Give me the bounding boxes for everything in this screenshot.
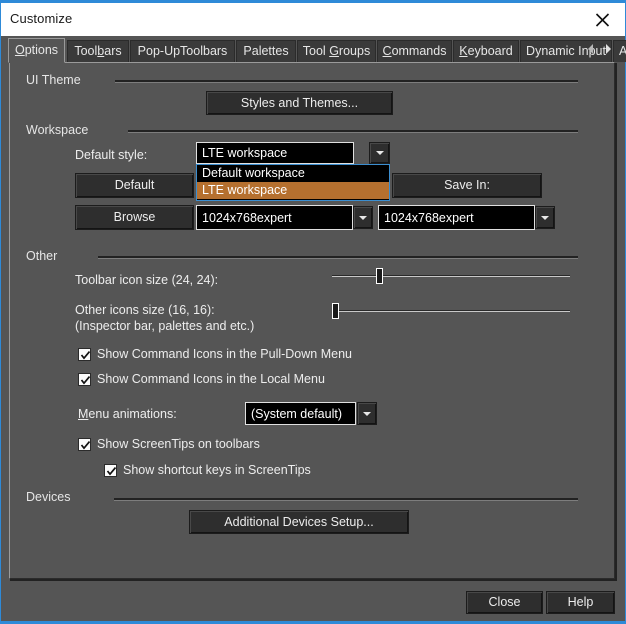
tab-tool-groups[interactable]: Tool Groups bbox=[297, 40, 376, 62]
group-line-workspace bbox=[128, 130, 578, 133]
help-button[interactable]: Help bbox=[546, 591, 615, 614]
checkbox-box[interactable] bbox=[78, 373, 91, 386]
default-style-label: Default style: bbox=[75, 148, 148, 162]
other-icons-size-slider-track bbox=[332, 310, 570, 312]
left-profile-combo[interactable]: 1024x768expert bbox=[196, 205, 353, 230]
checkbox-box[interactable] bbox=[78, 438, 91, 451]
options-panel: UI Theme Styles and Themes... Workspace … bbox=[9, 62, 615, 579]
other-icons-size-label-line2: (Inspector bar, palettes and etc.) bbox=[75, 319, 255, 333]
toolbar-icon-size-slider-thumb[interactable] bbox=[376, 268, 383, 284]
menu-animations-combo-arrow[interactable] bbox=[357, 402, 377, 425]
tab-popup-toolbars[interactable]: Pop-UpToolbars bbox=[130, 40, 235, 62]
default-style-combo-arrow[interactable] bbox=[369, 142, 390, 164]
toolbar-icon-size-slider-track bbox=[332, 275, 570, 277]
additional-devices-setup-label: Additional Devices Setup... bbox=[224, 515, 374, 529]
other-icons-size-slider[interactable] bbox=[332, 303, 570, 319]
checkbox-screentips-label: Show ScreenTips on toolbars bbox=[97, 437, 260, 451]
right-profile-combo[interactable]: 1024x768expert bbox=[378, 205, 535, 230]
check-icon bbox=[106, 467, 117, 476]
group-label-other: Other bbox=[26, 249, 58, 263]
save-in-button[interactable]: Save In: bbox=[392, 173, 542, 198]
close-dialog-button[interactable]: Close bbox=[466, 591, 543, 614]
default-style-dropdown-list[interactable]: Default workspace LTE workspace bbox=[196, 164, 390, 201]
check-icon bbox=[80, 376, 91, 385]
check-icon bbox=[80, 441, 91, 450]
tab-options[interactable]: Options bbox=[8, 38, 65, 63]
checkbox-pulldown-label: Show Command Icons in the Pull-Down Menu bbox=[97, 347, 352, 361]
checkbox-box[interactable] bbox=[78, 348, 91, 361]
styles-and-themes-label: Styles and Themes... bbox=[240, 96, 359, 110]
tab-commands[interactable]: Commands bbox=[377, 40, 452, 62]
styles-and-themes-button[interactable]: Styles and Themes... bbox=[206, 91, 393, 115]
menu-animations-label: Menu animations: bbox=[78, 407, 177, 421]
toolbar-icon-size-slider[interactable] bbox=[332, 268, 570, 284]
left-profile-value: 1024x768expert bbox=[202, 210, 292, 225]
dropdown-option-0[interactable]: Default workspace bbox=[197, 165, 389, 182]
default-button[interactable]: Default bbox=[75, 173, 194, 198]
tab-palettes[interactable]: Palettes bbox=[236, 40, 296, 62]
check-icon bbox=[80, 351, 91, 360]
tab-strip: Options Toolbars Pop-UpToolbars Palettes… bbox=[1, 36, 626, 63]
panel-shadow-bottom bbox=[10, 579, 616, 581]
additional-devices-setup-button[interactable]: Additional Devices Setup... bbox=[189, 510, 409, 534]
customize-dialog: Customize Options Toolbars Pop-UpToolbar… bbox=[0, 0, 626, 624]
default-button-label: Default bbox=[114, 178, 155, 192]
checkbox-box[interactable] bbox=[104, 464, 117, 477]
close-button-label: Close bbox=[488, 595, 521, 609]
checkbox-shortcut-keys-label: Show shortcut keys in ScreenTips bbox=[123, 463, 311, 477]
chevron-right-icon bbox=[602, 44, 614, 59]
group-label-workspace: Workspace bbox=[26, 123, 89, 137]
right-profile-combo-arrow[interactable] bbox=[535, 206, 555, 229]
help-button-label: Help bbox=[567, 595, 594, 609]
other-icons-size-slider-thumb[interactable] bbox=[332, 303, 339, 319]
tab-toolbars[interactable]: Toolbars bbox=[67, 40, 129, 62]
group-line-other bbox=[98, 256, 578, 259]
window-accent-left bbox=[0, 3, 1, 624]
tab-options-label: ptions bbox=[24, 43, 59, 57]
menu-animations-combo[interactable]: (System default) bbox=[245, 402, 356, 425]
tab-scroll-right-button[interactable] bbox=[602, 42, 617, 60]
checkbox-local-label: Show Command Icons in the Local Menu bbox=[97, 372, 325, 386]
browse-button-label: Browse bbox=[113, 210, 156, 224]
left-profile-combo-arrow[interactable] bbox=[353, 206, 373, 229]
dropdown-option-1[interactable]: LTE workspace bbox=[197, 182, 389, 199]
save-in-label: Save In: bbox=[444, 178, 490, 192]
toolbar-icon-size-label: Toolbar icon size (24, 24): bbox=[75, 273, 219, 287]
menu-animations-value: (System default) bbox=[251, 406, 343, 421]
group-line-ui-theme bbox=[115, 80, 578, 83]
title-bar: Customize bbox=[1, 3, 625, 36]
close-button[interactable] bbox=[580, 3, 625, 36]
group-line-devices bbox=[114, 498, 578, 501]
group-label-ui-theme: UI Theme bbox=[26, 73, 81, 87]
tab-scroll-left-button[interactable] bbox=[585, 42, 600, 60]
tab-keyboard[interactable]: Keyboard bbox=[453, 40, 519, 62]
window-title: Customize bbox=[10, 11, 73, 26]
right-profile-value: 1024x768expert bbox=[384, 210, 474, 225]
default-style-value: LTE workspace bbox=[202, 146, 288, 160]
browse-button[interactable]: Browse bbox=[75, 205, 194, 230]
panel-shadow-right bbox=[615, 63, 617, 581]
default-style-combo[interactable]: LTE workspace bbox=[196, 142, 354, 164]
group-label-devices: Devices bbox=[26, 490, 71, 504]
chevron-left-icon bbox=[585, 44, 597, 59]
other-icons-size-label-line1: Other icons size (16, 16): bbox=[75, 303, 215, 317]
